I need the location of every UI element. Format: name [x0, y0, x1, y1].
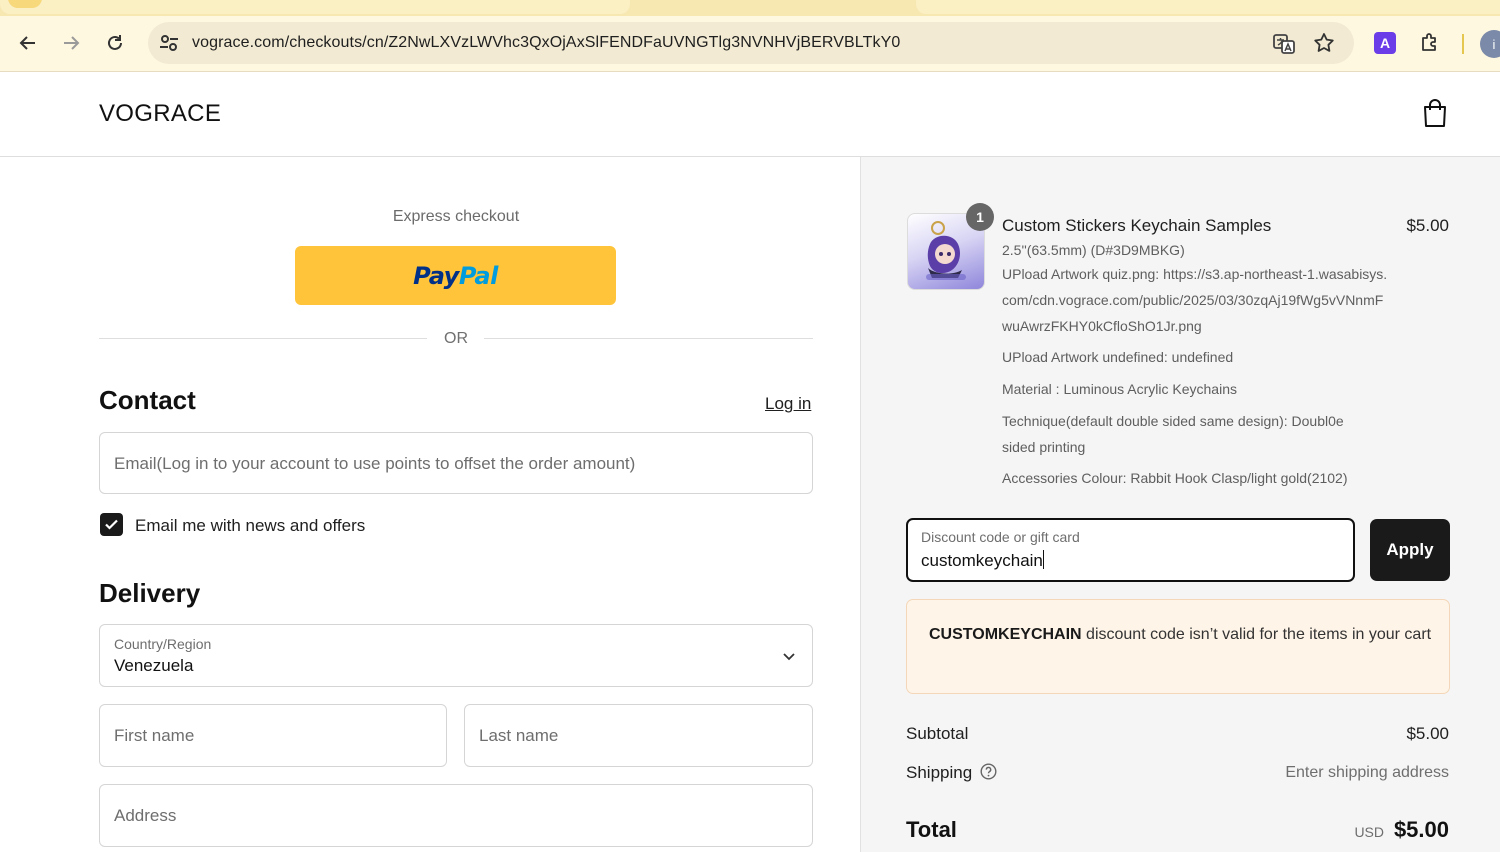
discount-value: customkeychain — [921, 550, 1044, 570]
product-property: Material : Luminous Acrylic Keychains — [1002, 381, 1237, 397]
total-label: Total — [906, 817, 957, 842]
tab-favicon — [8, 0, 42, 8]
reload-icon[interactable] — [98, 26, 132, 60]
order-summary: 1 Custom Stickers Keychain Samples $5.00… — [860, 157, 1500, 852]
forward-icon[interactable] — [54, 26, 88, 60]
store-header: VOGRACE — [0, 72, 1500, 157]
newsletter-label[interactable]: Email me with news and offers — [135, 516, 365, 536]
shipping-label: Shipping — [906, 763, 973, 782]
paypal-logo-pal: Pal — [458, 261, 498, 290]
total-value: $5.00 — [1393, 817, 1449, 842]
puzzle-icon[interactable] — [1418, 31, 1442, 55]
address-field[interactable]: Address — [99, 784, 813, 847]
quantity-badge: 1 — [966, 203, 994, 231]
site-settings-icon[interactable] — [158, 32, 180, 54]
country-select[interactable]: Country/Region Venezuela — [99, 624, 813, 687]
newsletter-checkbox[interactable] — [100, 513, 123, 536]
toolbar-divider — [1462, 34, 1464, 54]
help-icon[interactable] — [980, 763, 997, 780]
total-currency: USD — [1354, 824, 1384, 840]
login-link[interactable]: Log in — [765, 394, 811, 414]
star-icon[interactable] — [1312, 31, 1336, 55]
back-icon[interactable] — [11, 26, 45, 60]
store-logo[interactable]: VOGRACE — [99, 100, 221, 128]
checkmark-icon — [105, 519, 118, 530]
browser-tabstrip — [0, 0, 1500, 16]
contact-heading: Contact — [99, 385, 196, 415]
express-checkout-title: Express checkout — [392, 208, 520, 225]
last-name-field[interactable]: Last name — [464, 704, 813, 767]
country-label: Country/Region — [114, 636, 212, 652]
translate-icon[interactable] — [1272, 32, 1296, 56]
product-price: $5.00 — [1406, 216, 1449, 235]
product-property: 2.5''(63.5mm) (D#3D9MBKG) — [1002, 242, 1185, 258]
shipping-value: Enter shipping address — [1285, 764, 1449, 781]
email-placeholder: Email(Log in to your account to use poin… — [114, 454, 636, 473]
browser-toolbar: vograce.com/checkouts/cn/Z2NwLXVzLWVhc3Q… — [0, 16, 1500, 72]
product-property: UPload Artwork quiz.png: https://s3.ap-n… — [1002, 266, 1388, 334]
subtotal-value: $5.00 — [1406, 724, 1449, 743]
paypal-logo-pay: Pay — [413, 261, 459, 290]
discount-error-banner: CUSTOMKEYCHAIN discount code isn’t valid… — [906, 599, 1450, 694]
delivery-heading: Delivery — [99, 578, 201, 608]
address-placeholder: Address — [114, 806, 177, 825]
or-divider: OR — [99, 329, 813, 349]
paypal-button[interactable]: Pay Pal — [295, 246, 616, 305]
address-bar[interactable]: vograce.com/checkouts/cn/Z2NwLXVzLWVhc3Q… — [148, 22, 1354, 64]
discount-error-message: CUSTOMKEYCHAIN discount code isn’t valid… — [929, 626, 1432, 643]
country-value: Venezuela — [114, 656, 194, 675]
url-text[interactable]: vograce.com/checkouts/cn/Z2NwLXVzLWVhc3Q… — [192, 34, 900, 52]
last-name-placeholder: Last name — [479, 726, 559, 745]
discount-label: Discount code or gift card — [921, 529, 1080, 545]
chevron-down-icon — [783, 653, 795, 661]
product-property: Technique(default double sided same desi… — [1002, 413, 1344, 455]
shopping-bag-icon[interactable] — [1421, 98, 1449, 128]
subtotal-label: Subtotal — [906, 724, 969, 743]
profile-icon[interactable]: i — [1480, 30, 1500, 58]
first-name-placeholder: First name — [114, 726, 195, 745]
browser-tab-active[interactable] — [0, 0, 630, 14]
apply-button[interactable]: Apply — [1370, 519, 1450, 581]
product-name: Custom Stickers Keychain Samples — [1002, 216, 1272, 235]
browser-tab[interactable] — [916, 0, 1500, 14]
first-name-field[interactable]: First name — [99, 704, 447, 767]
or-text: OR — [444, 330, 468, 347]
extension-icon[interactable]: A — [1374, 32, 1396, 54]
product-property: UPload Artwork undefined: undefined — [1002, 349, 1234, 365]
checkout-form: Express checkout Pay Pal OR Contact Log i… — [0, 157, 860, 852]
discount-code-input[interactable]: Discount code or gift card customkeychai… — [906, 518, 1355, 582]
product-property: Accessories Colour: Rabbit Hook Clasp/li… — [1002, 470, 1348, 486]
email-field[interactable]: Email(Log in to your account to use poin… — [99, 432, 813, 494]
